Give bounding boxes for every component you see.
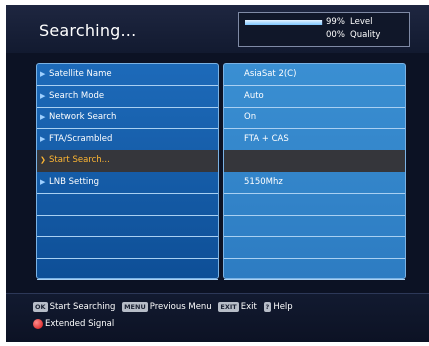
menu-key-icon: MENU: [122, 302, 148, 312]
ok-key-icon: OK: [33, 302, 48, 312]
page-title: Searching...: [39, 21, 137, 40]
menu-hint: Previous Menu: [149, 302, 212, 312]
menu-row-empty: [37, 215, 218, 238]
menu-row-empty: [224, 258, 405, 281]
row-label: Start Search...: [49, 155, 110, 166]
menu-row-label[interactable]: ▶ Satellite Name: [37, 64, 218, 86]
menu-row-label[interactable]: ▶ Network Search: [37, 107, 218, 130]
menu-row-label[interactable]: ❯ Start Search...: [37, 150, 218, 173]
menu-row-value[interactable]: [224, 150, 405, 173]
row-value: FTA + CAS: [244, 133, 289, 144]
row-label: Satellite Name: [49, 69, 112, 79]
row-arrow-icon: ▶: [40, 113, 46, 122]
menu-row-empty: [37, 258, 218, 281]
quality-meter: 00% Quality: [245, 30, 405, 42]
level-meter: 99% Level: [245, 17, 405, 29]
header-bar: Searching... 99% Level 00% Quality: [6, 5, 429, 53]
ok-hint: Start Searching: [49, 302, 116, 312]
tv-screen: Searching... 99% Level 00% Quality ▶ Sate…: [6, 5, 429, 342]
quality-bar-track: [245, 33, 323, 38]
signal-meter: 99% Level 00% Quality: [238, 12, 410, 47]
menu-row-label[interactable]: ▶ LNB Setting: [37, 172, 218, 194]
row-arrow-icon: ❯: [40, 156, 46, 165]
menu-row-value[interactable]: FTA + CAS: [224, 129, 405, 151]
menu-row-value[interactable]: On: [224, 107, 405, 130]
menu-row-empty: [37, 194, 218, 216]
row-value: On: [244, 112, 257, 123]
level-bar-fill: [245, 20, 323, 25]
red-button-icon: [33, 319, 43, 329]
row-label: LNB Setting: [49, 177, 100, 187]
quality-label: Quality: [350, 30, 381, 40]
menu-row-empty: [224, 237, 405, 259]
help-key-icon: ?: [263, 302, 272, 312]
footer-line-keys: OK Start Searching MENU Previous Menu EXIT…: [33, 302, 297, 316]
footer-line-red: Extended Signal: [33, 319, 118, 333]
menu-row-empty: [224, 215, 405, 238]
level-bar-track: [245, 20, 323, 25]
row-label: FTA/Scrambled: [49, 133, 113, 144]
exit-key-icon: EXIT: [218, 302, 239, 312]
help-hint: Help: [273, 302, 293, 312]
row-label: Search Mode: [49, 90, 105, 101]
row-label: Network Search: [49, 112, 117, 123]
row-arrow-icon: ▶: [40, 91, 46, 100]
exit-hint: Exit: [240, 302, 257, 312]
menu-row-value[interactable]: Auto: [224, 86, 405, 108]
settings-label-panel: ▶ Satellite Name ▶ Search Mode ▶ Network Sear…: [36, 63, 219, 281]
footer-help-bar: OK Start Searching MENU Previous Menu EXIT…: [6, 293, 429, 342]
quality-percent: 00%: [326, 30, 345, 40]
settings-value-panel: AsiaSat 2(C) Auto On FTA + CAS 5150Mhz: [223, 63, 406, 281]
row-arrow-icon: ▶: [40, 134, 46, 143]
row-arrow-icon: ▶: [40, 178, 46, 186]
menu-row-label[interactable]: ▶ Search Mode: [37, 86, 218, 108]
menu-row-label[interactable]: ▶ FTA/Scrambled: [37, 129, 218, 151]
menu-row-empty: [37, 237, 218, 259]
row-value: 5150Mhz: [244, 177, 283, 187]
row-arrow-icon: ▶: [40, 70, 46, 78]
level-label: Level: [350, 17, 373, 27]
menu-row-value[interactable]: 5150Mhz: [224, 172, 405, 194]
menu-row-empty: [224, 194, 405, 216]
row-value: AsiaSat 2(C): [244, 69, 297, 79]
row-value: Auto: [244, 90, 264, 101]
menu-row-value[interactable]: AsiaSat 2(C): [224, 64, 405, 86]
red-hint: Extended Signal: [45, 319, 115, 329]
level-percent: 99%: [326, 17, 345, 27]
